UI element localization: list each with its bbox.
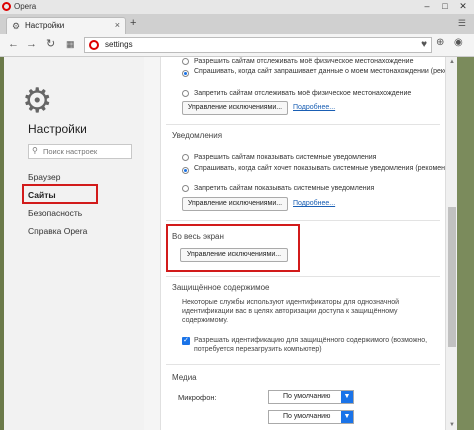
url-text: settings — [105, 40, 133, 49]
speed-dial-icon[interactable]: ▦ — [66, 37, 75, 51]
camera-select[interactable]: По умолчанию ▼ — [268, 410, 354, 424]
tab-settings[interactable]: ⚙ Настройки × — [6, 17, 126, 34]
back-icon[interactable]: ← — [8, 37, 19, 51]
microphone-label: Микрофон: — [178, 393, 217, 402]
sidebar-item-security[interactable]: Безопасность — [28, 208, 82, 218]
title-bar: Opera – □ ✕ — [0, 0, 474, 14]
gear-icon: ⚙ — [12, 21, 21, 31]
close-tab-icon[interactable]: × — [115, 20, 120, 30]
tab-strip: ⚙ Настройки × + ☰ — [0, 14, 474, 34]
maximize-button[interactable]: □ — [436, 0, 454, 14]
chevron-down-icon: ▼ — [341, 411, 353, 423]
location-option-allow: Разрешить сайтам отслеживать моё физичес… — [194, 58, 414, 65]
highlight-sites — [22, 184, 98, 204]
location-option-deny: Запретить сайтам отслеживать моё физичес… — [194, 90, 412, 97]
navigation-toolbar: ← → ↻ ▦ settings ♥ ⊕ ◉ — [0, 34, 474, 57]
location-option-ask: Спрашивать, когда сайт запрашивает данны… — [194, 68, 474, 75]
protected-content-checkbox-label: Разрешать идентификацию для защищённого … — [194, 337, 428, 353]
new-tab-button[interactable]: + — [130, 17, 136, 29]
browser-window: Opera – □ ✕ ⚙ Настройки × + ☰ ← → ↻ ▦ se… — [0, 0, 474, 430]
divider — [166, 220, 440, 221]
protected-content-checkbox[interactable]: ✓ — [182, 337, 190, 345]
location-manage-exceptions-button[interactable]: Управление исключениями... — [182, 101, 288, 115]
reload-icon[interactable]: ↻ — [46, 37, 55, 51]
media-title: Медиа — [172, 373, 197, 382]
highlight-fullscreen — [166, 224, 300, 272]
account-icon[interactable]: ◉ — [454, 37, 463, 48]
notifications-radio-deny[interactable] — [182, 185, 189, 192]
camera-value: По умолчанию — [283, 413, 331, 420]
divider — [166, 124, 440, 125]
notifications-radio-allow[interactable] — [182, 154, 189, 161]
right-desktop-strip — [457, 57, 474, 430]
opera-menu-button[interactable]: Opera — [2, 1, 42, 13]
notifications-manage-exceptions-button[interactable]: Управление исключениями... — [182, 197, 288, 211]
minimize-button[interactable]: – — [418, 0, 436, 14]
protected-content-title: Защищённое содержимое — [172, 283, 270, 292]
settings-search[interactable]: ⚲ — [28, 144, 132, 159]
sidebar-title: Настройки — [28, 122, 87, 136]
notifications-more-link[interactable]: Подробнее... — [293, 200, 335, 207]
location-radio-allow[interactable] — [182, 58, 189, 65]
divider — [166, 276, 440, 277]
close-window-button[interactable]: ✕ — [454, 0, 472, 14]
chevron-down-icon: ▼ — [341, 391, 353, 403]
forward-icon[interactable]: → — [26, 37, 37, 51]
opera-logo-icon — [2, 2, 11, 12]
location-radio-ask[interactable] — [182, 70, 189, 77]
protected-content-description: Некоторые службы используют идентификато… — [182, 299, 399, 324]
notifications-option-allow: Разрешить сайтам показывать системные ув… — [194, 154, 377, 161]
window-controls: – □ ✕ — [418, 0, 472, 14]
location-radio-deny[interactable] — [182, 90, 189, 97]
tab-menu-icon[interactable]: ☰ — [458, 18, 466, 29]
search-input[interactable] — [43, 146, 129, 157]
notifications-radio-ask[interactable] — [182, 167, 189, 174]
notifications-title: Уведомления — [172, 131, 223, 140]
app-title: Opera — [14, 2, 37, 11]
download-icon[interactable]: ⊕ — [436, 37, 444, 48]
settings-gear-icon: ⚙ — [22, 82, 53, 120]
scroll-thumb[interactable] — [448, 207, 456, 347]
address-bar[interactable]: settings ♥ — [84, 37, 432, 53]
notifications-option-ask: Спрашивать, когда сайт хочет показывать … — [194, 165, 469, 172]
location-more-link[interactable]: Подробнее... — [293, 104, 335, 111]
sidebar-item-browser[interactable]: Браузер — [28, 172, 60, 182]
opera-site-icon — [89, 40, 99, 50]
divider — [166, 364, 440, 365]
sidebar-item-help[interactable]: Справка Opera — [28, 226, 87, 236]
bookmark-heart-icon[interactable]: ♥ — [421, 39, 427, 50]
notifications-option-deny: Запретить сайтам показывать системные ув… — [194, 185, 375, 192]
tab-label: Настройки — [25, 21, 65, 30]
microphone-value: По умолчанию — [283, 393, 331, 400]
microphone-select[interactable]: По умолчанию ▼ — [268, 390, 354, 404]
search-icon: ⚲ — [32, 146, 38, 155]
